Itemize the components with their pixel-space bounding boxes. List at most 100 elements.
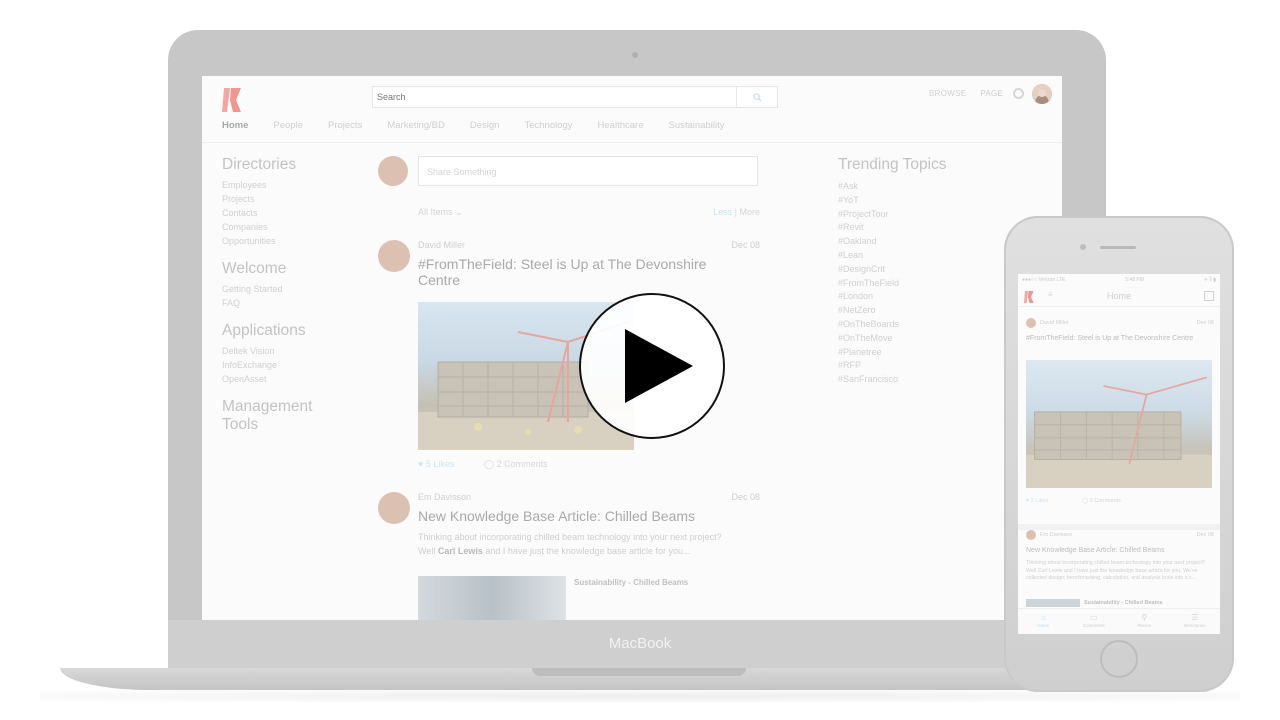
nav-home[interactable]: Home (222, 120, 248, 131)
nav-sustainability[interactable]: Sustainability (668, 120, 724, 131)
nav-healthcare[interactable]: Healthcare (598, 120, 644, 131)
post-image[interactable] (1026, 360, 1212, 488)
trending-tag[interactable]: #OnTheBoards (838, 318, 1018, 332)
mention-link[interactable]: Carl Lewis (438, 546, 483, 556)
like-button[interactable]: ♥ 3 Likes (1026, 498, 1048, 504)
trending-tag[interactable]: #London (838, 290, 1018, 304)
trending-tag[interactable]: #SanFrancisco (838, 373, 1018, 387)
trending-tag[interactable]: #FromTheField (838, 277, 1018, 291)
welcome-title: Welcome (222, 260, 287, 277)
trending-tag[interactable]: #YoT (838, 194, 1018, 208)
status-time: 5:48 PM (1125, 277, 1144, 283)
post-avatar[interactable] (378, 240, 410, 272)
comments-button[interactable]: ◯ 2 Comments (484, 459, 548, 470)
user-avatar[interactable] (1032, 84, 1052, 104)
tab-comments[interactable]: ▭ Comments (1069, 609, 1120, 634)
post-separator (1018, 524, 1220, 530)
post-avatar[interactable] (1026, 530, 1036, 540)
less-more-toggle: Less | More (692, 207, 760, 217)
like-button[interactable]: ♥ 5 Likes (418, 459, 454, 469)
search-bar (372, 86, 778, 108)
post-author[interactable]: Em Davisson (1040, 532, 1072, 538)
battery-icon: ✈ ⁑ ▮ (1203, 277, 1216, 283)
phone-app-header: ≡ Home (1018, 288, 1220, 307)
chevron-down-icon: ⌄ (455, 207, 463, 217)
welcome-faq[interactable]: FAQ (222, 296, 352, 310)
post-title[interactable]: New Knowledge Base Article: Chilled Beam… (418, 508, 758, 524)
attachment-thumbnail[interactable] (1026, 599, 1080, 607)
search-button[interactable] (736, 87, 777, 107)
post-avatar[interactable] (1026, 318, 1036, 328)
compose-icon[interactable] (1204, 291, 1214, 301)
composer-avatar (378, 156, 408, 186)
tab-label: Home (1037, 623, 1050, 628)
comments-button[interactable]: ◯ 2 Comments (1082, 498, 1121, 504)
trending-tag[interactable]: #NetZero (838, 304, 1018, 318)
carrier-signal: ●●●○○ Verizon LTE (1022, 277, 1066, 283)
tab-places[interactable]: ⚲ Places (1119, 609, 1170, 634)
attachment-thumbnail[interactable] (418, 576, 566, 620)
gear-icon[interactable] (1013, 88, 1024, 99)
heart-icon: ♥ (418, 459, 424, 469)
chat-icon: ▭ (1089, 613, 1098, 622)
post-date: Dec 08 (731, 240, 760, 250)
app-deltek-vision[interactable]: Deltek Vision (222, 344, 352, 358)
welcome-getting-started[interactable]: Getting Started (222, 282, 352, 296)
likes-count: 3 Likes (1030, 498, 1049, 504)
post-excerpt: Thinking about incorporating chilled bea… (1026, 560, 1205, 581)
phone-camera (1080, 244, 1086, 250)
post-title[interactable]: #FromTheField: Steel is Up at The Devons… (1026, 334, 1214, 343)
share-something-input[interactable]: Share Something (418, 156, 758, 186)
search-input[interactable] (373, 87, 737, 107)
directory-companies[interactable]: Companies (222, 220, 352, 234)
post-date: Dec 08 (731, 492, 760, 502)
tab-directories[interactable]: ☰ Directories (1170, 609, 1221, 634)
attachment-label[interactable]: Sustainability - Chilled Beams (574, 578, 688, 587)
more-link[interactable]: More (739, 207, 760, 217)
post-title[interactable]: New Knowledge Base Article: Chilled Beam… (1026, 546, 1214, 555)
play-icon (625, 329, 693, 403)
nav-technology[interactable]: Technology (524, 120, 572, 131)
top-links: BROWSE PAGE (929, 89, 1017, 98)
trending-tag[interactable]: #Oakland (838, 235, 1018, 249)
trending-tag[interactable]: #Ask (838, 180, 1018, 194)
trending-tag[interactable]: #Revit (838, 221, 1018, 235)
management-section: Management Tools (222, 398, 352, 434)
post-author[interactable]: David Miller (1040, 320, 1069, 326)
page-link[interactable]: PAGE (980, 89, 1003, 98)
directories-title: Directories (222, 156, 297, 173)
trending-tag[interactable]: #Lean (838, 249, 1018, 263)
comment-icon: ◯ (484, 459, 495, 469)
directory-employees[interactable]: Employees (222, 178, 352, 192)
post-author[interactable]: David Miller (418, 240, 465, 250)
nav-projects[interactable]: Projects (328, 120, 362, 131)
list-icon: ☰ (1191, 613, 1199, 622)
trending-tag[interactable]: #OnTheMove (838, 332, 1018, 346)
browse-link[interactable]: BROWSE (929, 89, 966, 98)
feed-filter-dropdown[interactable]: All Items ⌄ (418, 207, 463, 218)
nav-marketing-bd[interactable]: Marketing/BD (387, 120, 445, 131)
left-sidebar: Directories Employees Projects Contacts … (222, 156, 352, 446)
directory-contacts[interactable]: Contacts (222, 206, 352, 220)
app-infoexchange[interactable]: InfoExchange (222, 358, 352, 372)
excerpt-text-end: and I have just the knowledge base artic… (482, 546, 691, 556)
nav-design[interactable]: Design (470, 120, 500, 131)
trending-tag[interactable]: #Planetree (838, 346, 1018, 360)
tab-home[interactable]: ⌂ Home (1018, 609, 1069, 634)
post-author[interactable]: Em Davisson (418, 492, 471, 502)
nav-people[interactable]: People (273, 120, 303, 131)
directory-opportunities[interactable]: Opportunities (222, 234, 352, 248)
post-title[interactable]: #FromTheField: Steel is Up at The Devons… (418, 256, 738, 288)
post-avatar[interactable] (378, 492, 410, 524)
trending-tag[interactable]: #DesignCrit (838, 263, 1018, 277)
pin-icon: ⚲ (1141, 613, 1148, 622)
trending-tag[interactable]: #RFP (838, 359, 1018, 373)
less-link[interactable]: Less (713, 207, 732, 217)
play-button[interactable] (579, 293, 725, 439)
attachment-label[interactable]: Sustainability - Chilled Beams (1084, 600, 1163, 606)
app-openasset[interactable]: OpenAsset (222, 372, 352, 386)
trending-tag[interactable]: #ProjectTour (838, 208, 1018, 222)
trending-title: Trending Topics (838, 156, 947, 173)
trending-topics: Trending Topics #Ask #YoT #ProjectTour #… (838, 156, 1018, 387)
directory-projects[interactable]: Projects (222, 192, 352, 206)
